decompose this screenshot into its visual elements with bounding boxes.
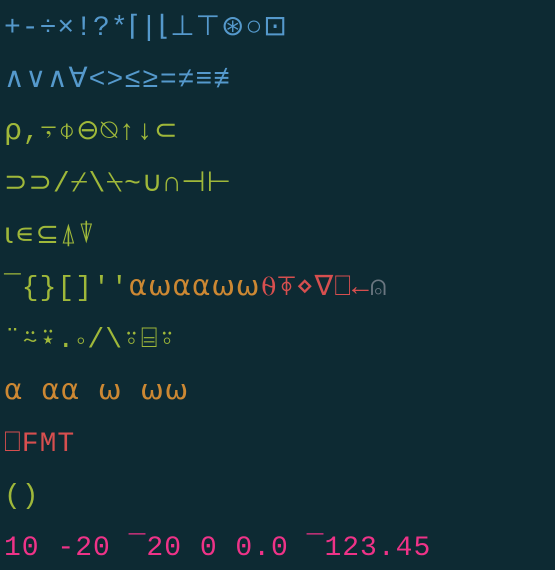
segment-9-0: () xyxy=(4,481,40,512)
segment-6-0: ¨⍨⍣.∘/\⍤⌸⍤ xyxy=(4,325,176,356)
segment-0-0: +-÷×!?*⌈|⌊⊥⊤⊛○⊡ xyxy=(4,13,288,44)
segment-8-0: ⎕FMT xyxy=(4,429,75,460)
code-line-2: ⍴,⍪⌽⊖⍉↑↓⊂ xyxy=(4,112,551,154)
code-line-3: ⊃⊃/⌿\⍀~∪∩⊣⊢ xyxy=(4,164,551,206)
segment-3-0: ⊃⊃/⌿\⍀~∪∩⊣⊢ xyxy=(4,169,232,200)
code-line-4: ⍳∊⊆⍋⍒ xyxy=(4,216,551,258)
code-line-7: ⍺ ⍺⍺ ⍵ ⍵⍵ xyxy=(4,372,551,414)
code-line-8: ⎕FMT xyxy=(4,424,551,466)
code-line-1: ∧∨∧∀<>≤≥=≠≡≢ xyxy=(4,60,551,102)
segment-1-0: ∧∨∧∀<>≤≥=≠≡≢ xyxy=(4,65,231,96)
code-block: +-÷×!?*⌈|⌊⊥⊤⊛○⊡ ∧∨∧∀<>≤≥=≠≡≢ ⍴,⍪⌽⊖⍉↑↓⊂ ⊃⊃/⌿… xyxy=(4,8,551,570)
code-line-9: () xyxy=(4,476,551,518)
segment-5-0: ¯{}[]'' xyxy=(4,273,129,304)
segment-5-1: ⍺⍵⍺⍺⍵⍵ xyxy=(129,273,261,304)
segment-4-0: ⍳∊⊆⍋⍒ xyxy=(4,221,96,252)
segment-5-3: ⍝ xyxy=(370,273,388,304)
segment-5-2: ⍬⍕⋄∇⎕← xyxy=(260,273,369,304)
code-line-5: ¯{}[]''⍺⍵⍺⍺⍵⍵⍬⍕⋄∇⎕←⍝ xyxy=(4,268,551,310)
segment-7-0: ⍺ ⍺⍺ ⍵ ⍵⍵ xyxy=(4,377,189,408)
code-line-6: ¨⍨⍣.∘/\⍤⌸⍤ xyxy=(4,320,551,362)
code-line-0: +-÷×!?*⌈|⌊⊥⊤⊛○⊡ xyxy=(4,8,551,50)
code-line-10: 10 -20 ¯20 0 0.0 ¯123.45 xyxy=(4,528,551,570)
segment-10-0: 10 -20 ¯20 0 0.0 ¯123.45 xyxy=(4,533,431,564)
segment-2-0: ⍴,⍪⌽⊖⍉↑↓⊂ xyxy=(4,117,179,148)
